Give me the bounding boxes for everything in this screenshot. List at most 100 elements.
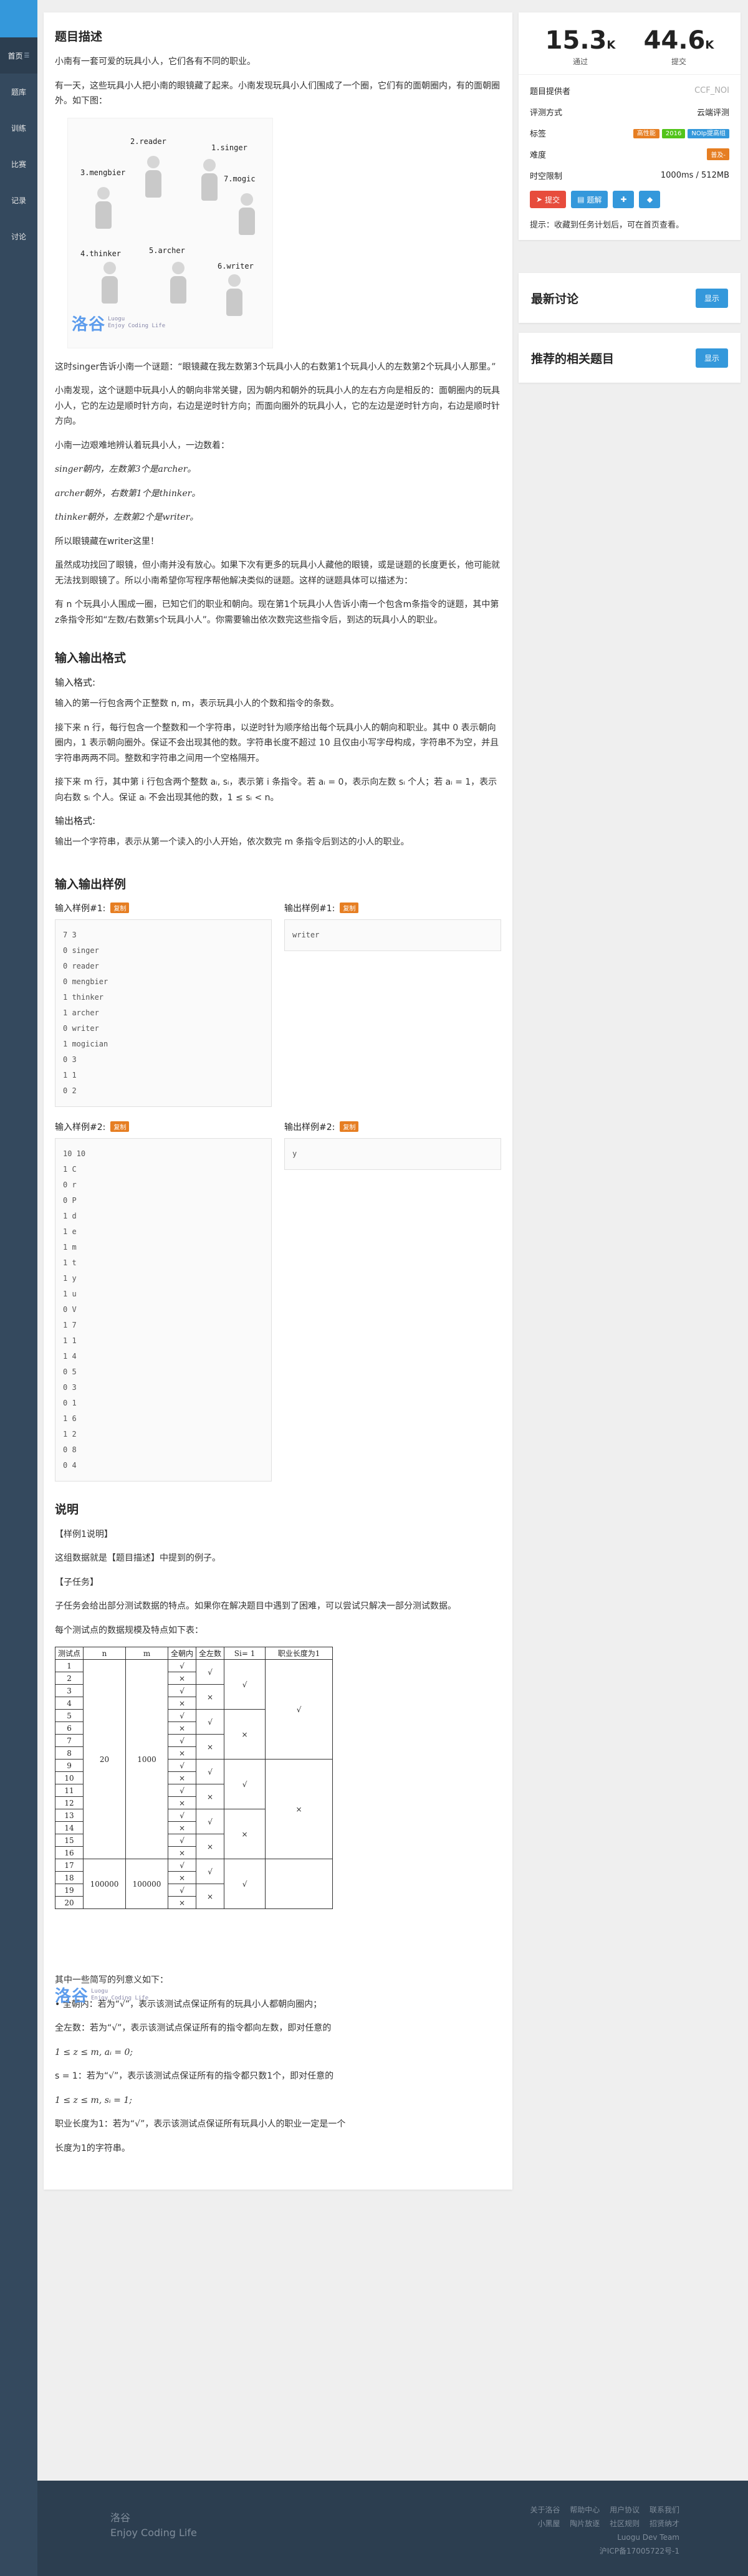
copy-button[interactable]: 复制 <box>340 1121 359 1132</box>
test-id-cell: 8 <box>54 1746 84 1760</box>
io-format-title: 输入输出格式 <box>55 651 127 665</box>
send-icon: ➤ <box>536 195 543 204</box>
copy-button[interactable]: 复制 <box>110 903 130 913</box>
left-cell: √ <box>196 1859 225 1884</box>
submitted-label: 提交 <box>671 57 686 66</box>
nav-label: 比赛 <box>11 160 26 169</box>
judge-label: 评测方式 <box>530 108 563 118</box>
test-id-cell: 2 <box>54 1672 84 1685</box>
left-cell: √ <box>196 1659 225 1685</box>
test-id-cell: 1 <box>54 1659 84 1672</box>
bookmark-icon: ✚ <box>620 195 627 204</box>
note-paragraph: 全左数：若为“√”，表示该测试点保证所有的指令都向左数，即对任意的 <box>55 2023 332 2033</box>
footer-link[interactable]: 社区规则 <box>610 2519 640 2528</box>
tag-badge[interactable]: NOIp提高组 <box>688 129 729 138</box>
nav-item-home[interactable]: 首页 ☰ <box>0 37 37 74</box>
book-icon: ▤ <box>577 195 585 204</box>
show-discussion-button[interactable]: 显示 <box>695 288 728 308</box>
len1-cell <box>265 1859 333 1909</box>
toy-figure <box>99 261 120 305</box>
nav-item-discuss[interactable]: 讨论 <box>0 218 37 254</box>
left-cell: × <box>196 1834 225 1859</box>
difficulty-badge: 普及- <box>707 148 729 160</box>
left-cell: × <box>196 1684 225 1710</box>
toy-figure <box>93 186 114 231</box>
footer-link[interactable]: 小黑屋 <box>537 2519 560 2528</box>
test-id-cell: 19 <box>54 1884 84 1897</box>
judge-row: 评测方式 云端评测 <box>519 101 741 122</box>
math-line: 1 ≤ z ≤ m, sᵢ = 1; <box>55 2095 132 2105</box>
left-cell: √ <box>196 1809 225 1834</box>
math-line: 1 ≤ z ≤ m, aᵢ = 0; <box>55 2047 133 2057</box>
solution-button[interactable]: ▤ 题解 <box>571 191 608 208</box>
accepted-stat: 15.3K 通过 <box>545 26 616 67</box>
sample-output-label: 输出样例#2: <box>284 1122 335 1132</box>
sample-input-box: 7 3 0 singer 0 reader 0 mengbier 1 think… <box>55 919 272 1107</box>
input-paragraph: 接下来 m 行，其中第 i 行包含两个整数 aᵢ, sᵢ，表示第 i 条指令。若… <box>55 777 497 803</box>
judge-value: 云端评测 <box>696 108 729 118</box>
test-id-cell: 3 <box>54 1684 84 1697</box>
s1-cell: √ <box>224 1659 266 1710</box>
sample-output-box: y <box>284 1137 501 1170</box>
sample-input-box: 10 10 1 C 0 r 0 P 1 d 1 e 1 m 1 t 1 y 1 … <box>55 1137 272 1482</box>
desc-paragraph: 虽然成功找回了眼镜，但小南并没有放心。如果下次有更多的玩具小人藏他的眼镜，或是谜… <box>55 560 500 586</box>
bookmark-button[interactable]: ✚ <box>613 191 635 208</box>
nav-item-contest[interactable]: 比赛 <box>0 146 37 182</box>
footer-link[interactable]: 用户协议 <box>610 2506 640 2514</box>
tag-badge[interactable]: 高性能 <box>633 129 659 138</box>
inward-cell: √ <box>168 1784 197 1797</box>
samples-title: 输入输出样例 <box>55 877 127 891</box>
problem-card: 题目描述 小南有一套可爱的玩具小人，它们各有不同的职业。 有一天，这些玩具小人把… <box>44 12 512 2190</box>
footer-link[interactable]: 帮助中心 <box>570 2506 600 2514</box>
site-logo[interactable] <box>0 0 37 37</box>
input-paragraph: 接下来 n 行，每行包含一个整数和一个字符串，以逆时针为顺序给出每个玩具小人的朝… <box>55 722 499 764</box>
tags-row: 标签 高性能 2016 NOIp提高组 <box>519 122 741 143</box>
tag-badge[interactable]: 2016 <box>661 129 686 138</box>
sample-output-label: 输出样例#1: <box>284 903 335 914</box>
table-header: 全左数 <box>196 1647 225 1660</box>
show-related-button[interactable]: 显示 <box>695 348 728 368</box>
footer-icp[interactable]: 沪ICP备17005722号-1 <box>522 2544 679 2558</box>
nav-item-problems[interactable]: 题库 <box>0 74 37 110</box>
copy-button[interactable]: 复制 <box>340 903 359 913</box>
s1-cell: × <box>224 1709 266 1760</box>
note-paragraph: s = 1：若为“√”，表示该测试点保证所有的指令都只数1个，即对任意的 <box>55 2071 334 2081</box>
nav-item-records[interactable]: 记录 <box>0 182 37 218</box>
s1-cell: √ <box>224 1759 266 1809</box>
related-problems-card: 推荐的相关题目 显示 <box>519 333 741 383</box>
footer-link[interactable]: 招贤纳才 <box>650 2519 679 2528</box>
test-id-cell: 16 <box>54 1846 84 1859</box>
len1-cell: × <box>265 1759 333 1859</box>
copy-button[interactable]: 复制 <box>110 1121 130 1132</box>
toys-figure: 2.reader 1.singer 3.mengbier 7.mogic 4.t… <box>67 117 273 348</box>
solution-label: 题解 <box>587 195 602 204</box>
test-id-cell: 17 <box>54 1859 84 1872</box>
footer-link[interactable]: 关于洛谷 <box>530 2506 560 2514</box>
desc-paragraph: 这时singer告诉小南一个谜题：“眼镜藏在我左数第3个玩具小人的右数第1个玩具… <box>55 362 496 372</box>
m-cell: 1000 <box>125 1659 169 1859</box>
tags-label: 标签 <box>530 129 547 139</box>
figure-label: 4.thinker <box>80 249 122 258</box>
submit-button[interactable]: ➤ 提交 <box>530 191 567 208</box>
note-paragraph: 【子任务】 <box>55 1577 98 1587</box>
desc-paragraph: 有 n 个玩具小人围成一圈，已知它们的职业和朝向。现在第1个玩具小人告诉小南一个… <box>55 600 499 625</box>
footer-link[interactable]: 陶片放逐 <box>570 2519 600 2528</box>
inward-cell: × <box>168 1896 197 1909</box>
footer-link[interactable]: 联系我们 <box>650 2506 679 2514</box>
sample-row-2: 输入样例#2: 复制 10 10 1 C 0 r 0 P 1 d 1 e 1 m… <box>55 1121 501 1482</box>
data-scale-table-image: 测试点 n m 全朝内 全左数 Si= 1 职业长度为1 1 20 1000 √ √ √ √… <box>54 1647 391 2006</box>
nav-item-training[interactable]: 训练 <box>0 110 37 146</box>
provider-value[interactable]: CCF_NOI <box>694 86 729 95</box>
table-header: Si= 1 <box>224 1647 266 1660</box>
note-paragraph: 每个测试点的数据规模及特点如下表： <box>55 1625 203 1635</box>
input-paragraph: 输入的第一行包含两个正整数 n, m，表示玩具小人的个数和指令的条数。 <box>55 699 339 709</box>
tag-button[interactable]: ◆ <box>639 191 661 208</box>
desc-paragraph: 小南一边艰难地辨认着玩具小人，一边数着： <box>55 440 229 451</box>
nav-label: 首页 <box>7 51 23 60</box>
note-paragraph: 子任务会给出部分测试数据的特点。如果你在解决题目中遇到了困难，可以尝试只解决一部… <box>55 1601 456 1611</box>
test-id-cell: 4 <box>54 1697 84 1710</box>
left-nav: 首页 ☰ 题库 训练 比赛 记录 讨论 <box>0 0 37 2576</box>
m-cell: 100000 <box>125 1859 169 1909</box>
desc-paragraph: 有一天，这些玩具小人把小南的眼镜藏了起来。小南发现玩具小人们围成了一个圈，它们有… <box>55 80 500 107</box>
sample-input-label: 输入样例#1: <box>55 903 106 914</box>
